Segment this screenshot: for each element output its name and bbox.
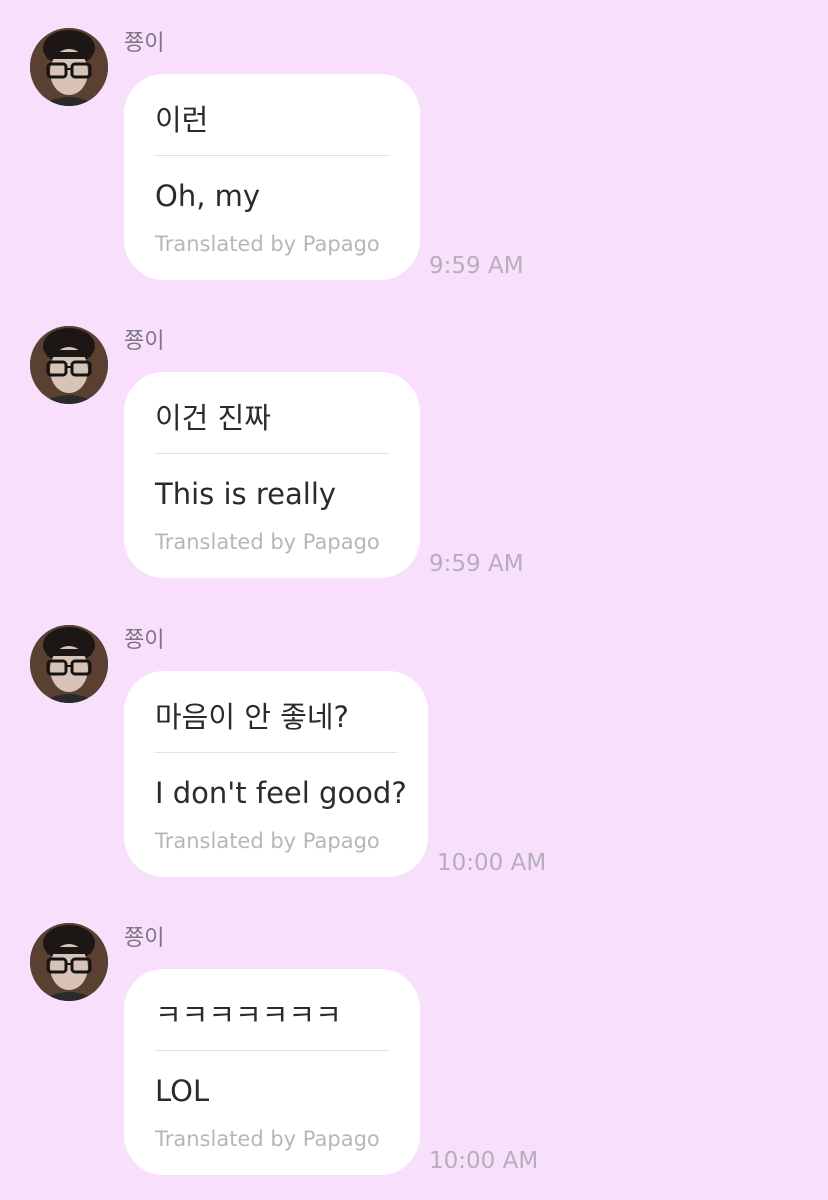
message-time: 9:59 AM	[429, 551, 524, 577]
message-time: 10:00 AM	[437, 850, 547, 876]
sender-name: 쭁이	[124, 926, 165, 951]
avatar-photo	[30, 625, 108, 703]
original-text: 이런	[155, 103, 209, 137]
translation-credit: Translated by Papago	[155, 232, 380, 256]
divider	[155, 752, 397, 753]
message-group: 쭁이 마음이 안 좋네? I don't feel good? Translat…	[0, 597, 828, 887]
original-text: ㅋㅋㅋㅋㅋㅋㅋ	[155, 998, 342, 1032]
message-group: 쭁이 이건 진짜 This is really Translated by Pa…	[0, 298, 828, 588]
translated-text: This is really	[155, 477, 337, 511]
divider	[155, 155, 389, 156]
original-text: 마음이 안 좋네?	[155, 700, 349, 734]
translated-text: LOL	[155, 1074, 210, 1108]
sender-name: 쭁이	[124, 329, 165, 354]
message-bubble[interactable]: 마음이 안 좋네? I don't feel good? Translated …	[124, 671, 428, 877]
avatar[interactable]	[30, 28, 108, 106]
message-group: 쭁이 이런 Oh, my Translated by Papago 9:59 A…	[0, 0, 828, 290]
divider	[155, 453, 389, 454]
original-text: 이건 진짜	[155, 401, 271, 435]
divider	[155, 1050, 389, 1051]
translation-credit: Translated by Papago	[155, 530, 380, 554]
avatar[interactable]	[30, 326, 108, 404]
avatar[interactable]	[30, 923, 108, 1001]
sender-name: 쭁이	[124, 628, 165, 653]
message-bubble[interactable]: 이건 진짜 This is really Translated by Papag…	[124, 372, 420, 578]
message-bubble[interactable]: ㅋㅋㅋㅋㅋㅋㅋ LOL Translated by Papago	[124, 969, 420, 1175]
chat-thread: 쭁이 이런 Oh, my Translated by Papago 9:59 A…	[0, 0, 828, 1200]
avatar-photo	[30, 923, 108, 1001]
avatar-photo	[30, 326, 108, 404]
sender-name: 쭁이	[124, 31, 165, 56]
translated-text: I don't feel good?	[155, 776, 407, 810]
message-time: 9:59 AM	[429, 253, 524, 279]
message-bubble[interactable]: 이런 Oh, my Translated by Papago	[124, 74, 420, 280]
translated-text: Oh, my	[155, 179, 261, 213]
message-time: 10:00 AM	[429, 1148, 539, 1174]
translation-credit: Translated by Papago	[155, 1127, 380, 1151]
translation-credit: Translated by Papago	[155, 829, 380, 853]
message-group: 쭁이 ㅋㅋㅋㅋㅋㅋㅋ LOL Translated by Papago 10:0…	[0, 895, 828, 1185]
avatar-photo	[30, 28, 108, 106]
avatar[interactable]	[30, 625, 108, 703]
